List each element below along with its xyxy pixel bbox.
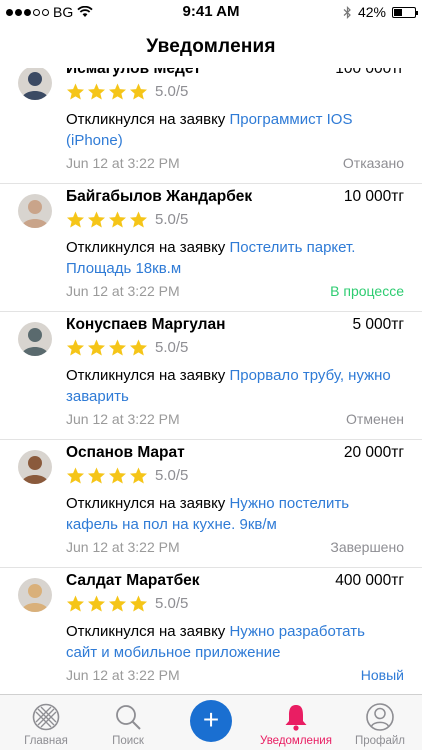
status-bar: BG 9:41 AM 42% <box>0 0 422 24</box>
tab-profile-label: Профайл <box>354 735 406 747</box>
price-label: 100 000тг <box>335 68 404 77</box>
status-label: Завершено <box>330 539 404 555</box>
tab-notifications-label: Уведомления <box>260 735 332 747</box>
tab-notifications[interactable]: Уведомления <box>254 695 338 750</box>
notification-item[interactable]: Конуспаев Маргулан 5 000тг 5.0/5 Откликн… <box>0 312 422 440</box>
star-icon <box>109 211 126 228</box>
user-name[interactable]: Исмагулов Медет <box>66 68 201 78</box>
star-icon <box>130 83 147 100</box>
star-icon <box>130 595 147 612</box>
notification-text: Откликнулся на заявку Программист IOS (i… <box>66 109 396 151</box>
star-icon <box>109 83 126 100</box>
notification-item[interactable]: Оспанов Марат 20 000тг 5.0/5 Откликнулся… <box>0 440 422 568</box>
rating-stars: 5.0/5 <box>66 466 188 485</box>
star-icon <box>67 595 84 612</box>
home-cross-icon <box>32 703 60 731</box>
avatar[interactable] <box>18 578 52 612</box>
notification-prefix: Откликнулся на заявку <box>66 367 230 384</box>
user-name[interactable]: Конуспаев Маргулан <box>66 316 225 334</box>
status-label: Новый <box>360 667 404 683</box>
tab-search-label: Поиск <box>112 735 144 747</box>
plus-icon: + <box>202 704 220 735</box>
notification-item[interactable]: Салдат Маратбек 400 000тг 5.0/5 Откликну… <box>0 568 422 694</box>
notification-item[interactable]: Байгабылов Жандарбек 10 000тг 5.0/5 Откл… <box>0 184 422 312</box>
avatar[interactable] <box>18 68 52 100</box>
notification-prefix: Откликнулся на заявку <box>66 623 230 640</box>
user-name[interactable]: Байгабылов Жандарбек <box>66 188 252 206</box>
tab-search[interactable]: Поиск <box>86 695 170 750</box>
notification-text: Откликнулся на заявку Нужно разработать … <box>66 621 396 663</box>
tab-home[interactable]: Главная <box>4 695 88 750</box>
star-icon <box>130 467 147 484</box>
notifications-list[interactable]: Исмагулов Медет 100 000тг 5.0/5 Откликну… <box>0 68 422 694</box>
price-label: 10 000тг <box>343 188 404 205</box>
status-label: Отменен <box>346 411 404 427</box>
nav-bar: Уведомления <box>0 24 422 68</box>
rating-value: 5.0/5 <box>155 467 189 484</box>
notification-text: Откликнулся на заявку Прорвало трубу, ну… <box>66 365 396 407</box>
avatar[interactable] <box>18 450 52 484</box>
rating-value: 5.0/5 <box>155 595 189 612</box>
status-label: В процессе <box>330 283 404 299</box>
rating-stars: 5.0/5 <box>66 82 188 101</box>
star-icon <box>88 467 105 484</box>
rating-stars: 5.0/5 <box>66 594 188 613</box>
search-icon <box>116 705 141 730</box>
status-label: Отказано <box>342 155 404 171</box>
star-icon <box>67 211 84 228</box>
star-icon <box>130 211 147 228</box>
notification-prefix: Откликнулся на заявку <box>66 111 230 128</box>
user-name[interactable]: Салдат Маратбек <box>66 572 200 590</box>
notification-date: Jun 12 at 3:22 PM <box>66 667 180 683</box>
star-icon <box>67 83 84 100</box>
star-icon <box>67 339 84 356</box>
notification-date: Jun 12 at 3:22 PM <box>66 411 180 427</box>
notification-text: Откликнулся на заявку Нужно постелить ка… <box>66 493 396 535</box>
notification-date: Jun 12 at 3:22 PM <box>66 283 180 299</box>
page-title: Уведомления <box>146 36 276 57</box>
star-icon <box>88 211 105 228</box>
avatar[interactable] <box>18 322 52 356</box>
notification-prefix: Откликнулся на заявку <box>66 239 230 256</box>
notification-prefix: Откликнулся на заявку <box>66 495 230 512</box>
star-icon <box>88 339 105 356</box>
star-icon <box>130 339 147 356</box>
notification-item[interactable]: Исмагулов Медет 100 000тг 5.0/5 Откликну… <box>0 68 422 184</box>
star-icon <box>88 595 105 612</box>
add-button[interactable]: + <box>190 700 232 742</box>
bluetooth-icon <box>343 5 351 19</box>
battery-percent: 42% <box>357 4 386 20</box>
rating-value: 5.0/5 <box>155 83 189 100</box>
rating-value: 5.0/5 <box>155 339 189 356</box>
rating-stars: 5.0/5 <box>66 338 188 357</box>
star-icon <box>88 83 105 100</box>
price-label: 400 000тг <box>335 572 404 589</box>
profile-icon <box>366 703 394 731</box>
tab-profile[interactable]: Профайл <box>338 695 422 750</box>
notification-text: Откликнулся на заявку Постелить паркет. … <box>66 237 396 279</box>
tab-home-label: Главная <box>24 735 68 747</box>
battery-icon <box>392 6 418 18</box>
rating-value: 5.0/5 <box>155 211 189 228</box>
star-icon <box>109 467 126 484</box>
star-icon <box>67 467 84 484</box>
user-name[interactable]: Оспанов Марат <box>66 444 185 462</box>
rating-stars: 5.0/5 <box>66 210 188 229</box>
avatar[interactable] <box>18 194 52 228</box>
notification-date: Jun 12 at 3:22 PM <box>66 155 180 171</box>
bell-icon <box>285 705 307 731</box>
star-icon <box>109 595 126 612</box>
star-icon <box>109 339 126 356</box>
tab-bar: Главная Поиск + Уведомления Профайл <box>0 694 422 750</box>
status-right: 42% <box>343 4 418 20</box>
notification-date: Jun 12 at 3:22 PM <box>66 539 180 555</box>
price-label: 20 000тг <box>343 444 404 461</box>
price-label: 5 000тг <box>352 316 404 333</box>
